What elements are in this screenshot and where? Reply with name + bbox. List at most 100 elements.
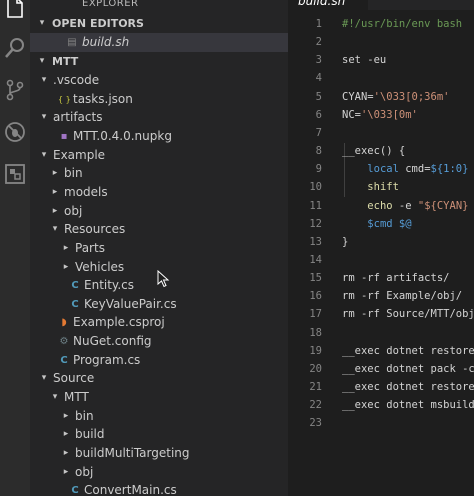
tree-folder-buildmultitargeting[interactable]: ▸ buildMultiTargeting	[30, 444, 288, 463]
chevron-right-icon: ▸	[52, 205, 58, 216]
debug-icon[interactable]	[3, 120, 27, 144]
line-number: 17	[309, 308, 322, 321]
tree-folder-models[interactable]: ▸ models	[30, 183, 288, 202]
tree-item-label: models	[64, 184, 108, 199]
csharp-file-icon: C	[71, 280, 79, 292]
tree-item-label: obj	[75, 464, 94, 479]
code-token: }	[342, 235, 349, 248]
code-line[interactable]: echo -e "${CYAN} >	[342, 197, 474, 215]
code-token: '\033[0m'	[360, 108, 418, 121]
open-editor-label: build.sh	[82, 35, 130, 49]
tree-folder-obj[interactable]: ▸ obj	[30, 202, 288, 221]
line-number: 9	[315, 163, 322, 176]
tree-folder-resources[interactable]: ▾ Resources	[30, 220, 288, 239]
tree-item-label: Resources	[64, 222, 126, 237]
line-number: 12	[309, 217, 322, 230]
code-token: -e	[392, 199, 418, 212]
tree-file-nuget-config[interactable]: ⚙ NuGet.config	[30, 332, 288, 351]
tree-item-label: MTT	[64, 390, 89, 405]
extensions-icon[interactable]	[3, 162, 27, 186]
code-line[interactable]: CYAN='\033[0;36m'	[342, 88, 449, 106]
explorer-sidebar: EXPLORER ▾ OPEN EDITORS ▤ build.sh ▾ MTT…	[30, 0, 288, 496]
chevron-right-icon: ▸	[63, 466, 69, 477]
tree-item-label: artifacts	[53, 110, 103, 125]
chevron-down-icon: ▾	[39, 56, 45, 66]
chevron-down-icon: ▾	[52, 224, 58, 235]
package-file-icon: ▪	[60, 130, 68, 142]
explorer-title: EXPLORER	[82, 0, 139, 9]
code-line[interactable]: shift	[342, 178, 399, 196]
tree-file-mtt-0-4-0-nupkg[interactable]: ▪ MTT.0.4.0.nupkg	[30, 127, 288, 146]
code-line[interactable]: __exec dotnet restore	[342, 378, 474, 396]
code-line[interactable]: rm -rf Example/obj/	[342, 287, 462, 305]
line-number: 6	[315, 108, 322, 121]
code-token: $cmd $@	[367, 217, 412, 230]
line-number: 18	[309, 326, 322, 339]
chevron-down-icon: ▾	[41, 75, 47, 85]
line-number: 7	[315, 126, 322, 139]
code-token: __exec dotnet pack -c	[342, 362, 474, 375]
tree-file-program-cs[interactable]: C Program.cs	[30, 351, 288, 370]
code-token: '\033[0;36m'	[373, 90, 450, 103]
code-line[interactable]: }	[342, 233, 348, 251]
code-line[interactable]: rm -rf artifacts/	[342, 269, 449, 287]
line-number: 16	[309, 290, 322, 303]
activity-bar	[0, 0, 30, 496]
tree-item-label: buildMultiTargeting	[75, 446, 190, 460]
line-number: 11	[309, 199, 322, 212]
code-line[interactable]: rm -rf Source/MTT/obj/	[342, 305, 474, 323]
code-line[interactable]: NC='\033[0m'	[342, 106, 418, 124]
search-icon[interactable]	[3, 36, 27, 60]
code-token: __exec dotnet restore	[342, 381, 474, 393]
tree-item-label: obj	[64, 203, 83, 218]
code-line[interactable]: #!/usr/bin/env bash	[342, 15, 462, 33]
source-control-icon[interactable]	[3, 78, 27, 102]
file-icon: ▤	[67, 37, 77, 48]
tree-file-convertmain-cs[interactable]: C ConvertMain.cs	[30, 481, 288, 496]
tree-item-label: Parts	[75, 240, 105, 255]
tree-folder-mtt[interactable]: ▾ MTT	[30, 388, 288, 407]
code-token: __exec dotnet restore	[342, 344, 474, 357]
tree-file-example-csproj[interactable]: ◗ Example.csproj	[30, 313, 288, 332]
tree-folder-source[interactable]: ▾ Source	[30, 369, 288, 388]
tree-folder-artifacts[interactable]: ▾ artifacts	[30, 108, 288, 127]
code-token: NC=	[342, 108, 361, 121]
code-line[interactable]: $cmd $@	[342, 215, 412, 233]
code-line[interactable]: __exec dotnet restore	[342, 342, 474, 360]
files-icon[interactable]	[3, 0, 27, 20]
code-line[interactable]: local cmd=${1:0}	[342, 160, 468, 178]
chevron-right-icon: ▸	[63, 242, 69, 253]
tree-file-tasks-json[interactable]: { } tasks.json	[30, 90, 288, 109]
line-number: 8	[315, 145, 322, 158]
chevron-down-icon: ▾	[41, 373, 47, 384]
tree-item-label: Entity.cs	[84, 278, 134, 293]
tree-folder-build[interactable]: ▸ build	[30, 425, 288, 444]
code-line[interactable]: set -eu	[342, 51, 386, 69]
code-editor[interactable]: 1 #!/usr/bin/env bash 2 3 set -eu 4 5 CYAN='\03…	[288, 10, 474, 496]
csharp-file-icon: C	[60, 354, 68, 366]
line-number: 23	[309, 417, 322, 430]
open-editor-item[interactable]: ▤ build.sh	[30, 33, 288, 52]
project-root-label: MTT	[52, 55, 79, 68]
tree-folder-obj[interactable]: ▸ obj	[30, 463, 288, 482]
open-editors-header[interactable]: ▾ OPEN EDITORS	[30, 14, 288, 33]
tree-file-keyvaluepair-cs[interactable]: C KeyValuePair.cs	[30, 295, 288, 314]
chevron-right-icon: ▸	[63, 410, 69, 421]
tree-folder-parts[interactable]: ▸ Parts	[30, 239, 288, 258]
tree-folder-vscode[interactable]: ▾ .vscode	[30, 71, 288, 90]
tree-folder-bin[interactable]: ▸ bin	[30, 164, 288, 183]
tree-folder-bin[interactable]: ▸ bin	[30, 407, 288, 426]
tab-label[interactable]: build.sh	[298, 0, 345, 8]
chevron-right-icon: ▸	[63, 429, 69, 440]
tree-item-label: tasks.json	[73, 91, 133, 106]
chevron-down-icon: ▾	[39, 18, 45, 28]
project-root-header[interactable]: ▾ MTT	[30, 52, 288, 71]
code-line[interactable]: __exec() {	[342, 142, 405, 160]
code-line[interactable]: __exec dotnet msbuild	[342, 396, 474, 414]
tree-item-label: Source	[53, 371, 95, 386]
code-line[interactable]: __exec dotnet pack -c	[342, 360, 474, 378]
chevron-right-icon: ▸	[63, 261, 69, 272]
tree-folder-example[interactable]: ▾ Example	[30, 146, 288, 165]
